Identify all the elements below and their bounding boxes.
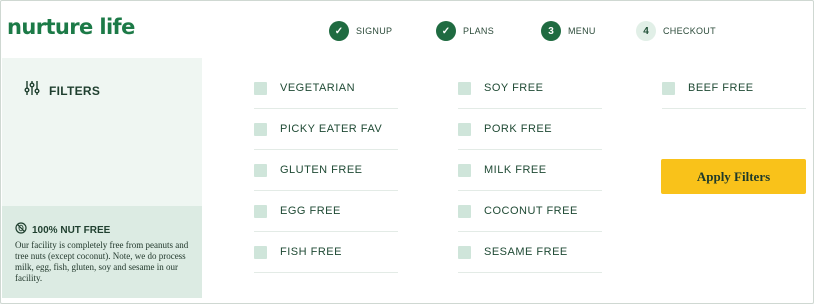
filter-soy-free[interactable]: SOY FREE: [458, 68, 602, 109]
nut-free-title: 100% NUT FREE: [15, 221, 110, 239]
checkbox[interactable]: [254, 122, 267, 136]
filter-egg-free[interactable]: EGG FREE: [254, 191, 398, 232]
no-nuts-icon: [15, 221, 27, 239]
filter-fish-free[interactable]: FISH FREE: [254, 232, 398, 273]
filter-label: EGG FREE: [280, 205, 341, 217]
checkbox[interactable]: [458, 245, 471, 259]
checkbox[interactable]: [458, 204, 471, 218]
check-icon: ✓: [329, 21, 349, 41]
checkbox[interactable]: [254, 163, 267, 177]
checkbox[interactable]: [458, 163, 471, 177]
filter-label: VEGETARIAN: [280, 82, 356, 94]
checkbox[interactable]: [254, 245, 267, 259]
filter-label: BEEF FREE: [688, 82, 754, 94]
checkbox[interactable]: [662, 81, 675, 95]
page-frame: nurture life ✓ SIGNUP ✓ PLANS 3 MENU 4 C…: [0, 0, 814, 304]
step-number: 4: [636, 21, 656, 41]
filter-sesame-free[interactable]: SESAME FREE: [458, 232, 602, 273]
filter-label: FISH FREE: [280, 246, 342, 258]
filter-label: SOY FREE: [484, 82, 544, 94]
brand-logo[interactable]: nurture life: [7, 15, 135, 39]
step-label: PLANS: [463, 26, 495, 36]
step-signup[interactable]: ✓ SIGNUP: [329, 20, 392, 42]
step-plans[interactable]: ✓ PLANS: [436, 20, 494, 42]
filter-milk-free[interactable]: MILK FREE: [458, 150, 602, 191]
step-number: 3: [541, 21, 561, 41]
step-label: CHECKOUT: [663, 26, 716, 36]
filter-coconut-free[interactable]: COCONUT FREE: [458, 191, 602, 232]
nut-free-heading: 100% NUT FREE: [32, 224, 111, 236]
checkbox[interactable]: [458, 81, 471, 95]
step-label: SIGNUP: [356, 26, 393, 36]
filter-beef-free[interactable]: BEEF FREE: [662, 68, 806, 109]
filter-label: PICKY EATER FAV: [280, 123, 383, 135]
checkbox[interactable]: [254, 204, 267, 218]
filter-label: COCONUT FREE: [484, 205, 578, 217]
step-menu[interactable]: 3 MENU: [541, 20, 596, 42]
nut-free-notice: 100% NUT FREE Our facility is completely…: [2, 206, 202, 298]
filter-label: SESAME FREE: [484, 246, 568, 258]
filter-vegetarian[interactable]: VEGETARIAN: [254, 68, 398, 109]
apply-filters-button[interactable]: Apply Filters: [661, 159, 806, 194]
filters-label: FILTERS: [49, 83, 101, 98]
filter-picky-eater-fav[interactable]: PICKY EATER FAV: [254, 109, 398, 150]
filters-sidebar: FILTERS 100% NUT FREE Our facility is co…: [2, 58, 202, 298]
filters-header[interactable]: FILTERS: [24, 80, 100, 101]
filter-pork-free[interactable]: PORK FREE: [458, 109, 602, 150]
filter-label: GLUTEN FREE: [280, 164, 363, 176]
checkbox[interactable]: [254, 81, 267, 95]
filter-label: PORK FREE: [484, 123, 553, 135]
filter-label: MILK FREE: [484, 164, 547, 176]
step-checkout[interactable]: 4 CHECKOUT: [636, 20, 716, 42]
nut-free-description: Our facility is completely free from pea…: [15, 240, 189, 283]
sliders-icon: [24, 80, 40, 101]
step-label: MENU: [568, 26, 596, 36]
filter-gluten-free[interactable]: GLUTEN FREE: [254, 150, 398, 191]
check-icon: ✓: [436, 21, 456, 41]
checkbox[interactable]: [458, 122, 471, 136]
